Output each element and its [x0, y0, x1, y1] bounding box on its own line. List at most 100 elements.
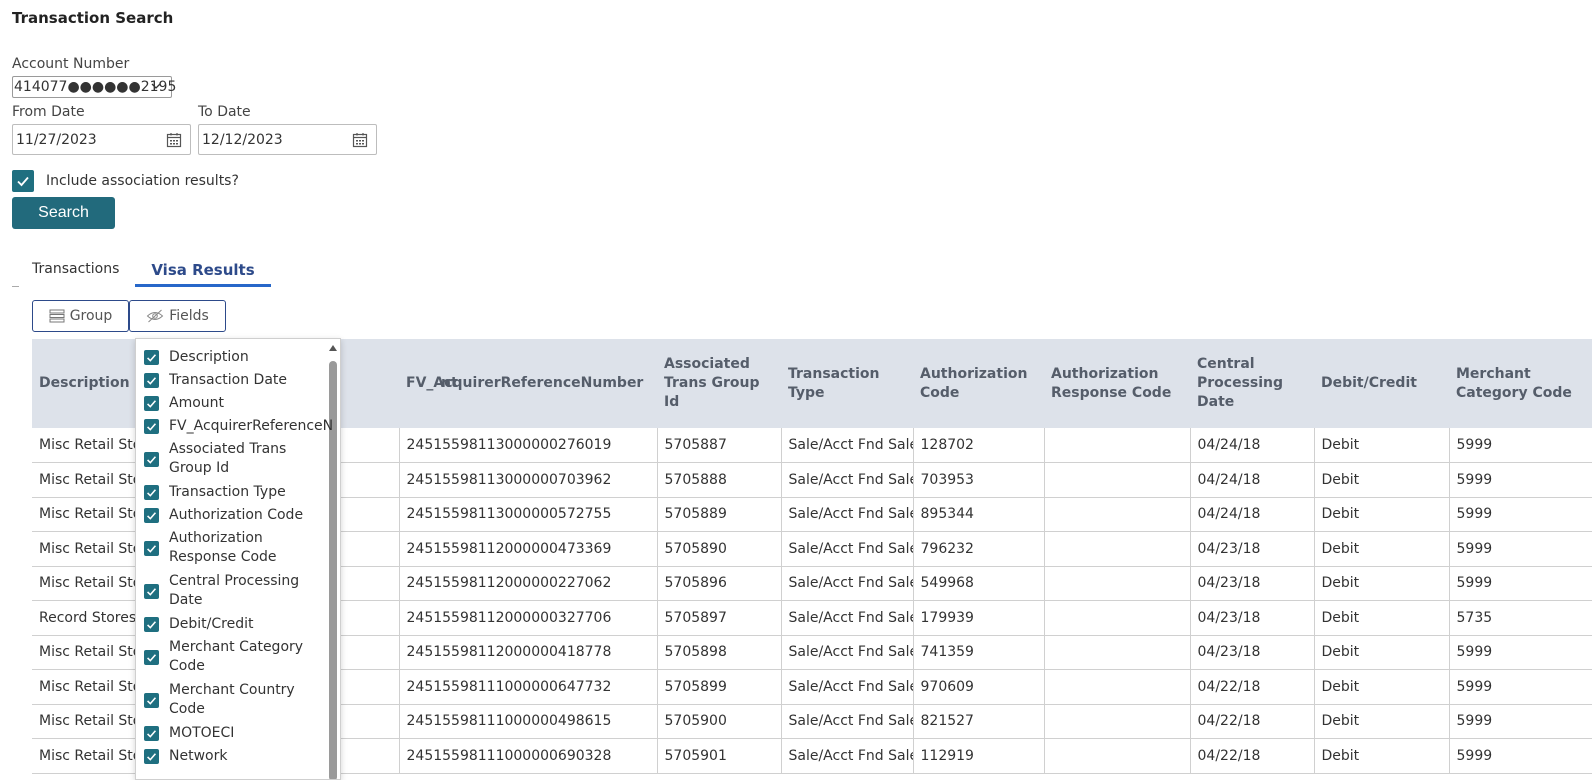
fields-menu-item[interactable]: FV_AcquirerReferenceNu: [144, 417, 334, 436]
calendar-icon[interactable]: [166, 132, 182, 148]
fields-menu-item[interactable]: Description: [144, 348, 249, 367]
checkmark-icon: [147, 753, 157, 761]
fields-menu-item[interactable]: MOTOECI: [144, 724, 234, 743]
table-cell: Misc Retail Stor: [32, 428, 135, 463]
fields-menu-item-label: FV_AcquirerReferenceNu: [169, 418, 334, 434]
column-header[interactable]: Description: [32, 339, 135, 428]
table-cell: 5999: [1448, 566, 1592, 601]
table-cell: [1043, 497, 1190, 532]
fields-menu-item[interactable]: Transaction Date: [144, 371, 287, 390]
table-cell: 04/24/18: [1189, 428, 1314, 463]
fields-menu-checkbox[interactable]: [144, 373, 159, 388]
table-cell: Sale/Acct Fnd Sale: [780, 497, 913, 532]
fields-menu-item[interactable]: Network: [144, 747, 227, 766]
fields-menu-item[interactable]: Central Processing Date: [144, 572, 299, 610]
table-cell: Debit: [1313, 462, 1449, 498]
column-header[interactable]: Associated Trans Group Id: [657, 339, 781, 428]
fields-menu-checkbox[interactable]: [144, 692, 159, 708]
table-cell: 5999: [1448, 531, 1592, 567]
fields-menu-item[interactable]: Transaction Type: [144, 483, 286, 502]
include-association-checkbox[interactable]: [12, 170, 34, 192]
table-cell: 821527: [912, 704, 1044, 739]
fields-menu-checkbox[interactable]: [144, 583, 159, 599]
fields-button[interactable]: Fields: [129, 300, 226, 332]
column-header[interactable]: FV_AcquirerReferenceNumber: [399, 339, 657, 428]
fields-menu-item[interactable]: Authorization Code: [144, 506, 303, 525]
table-cell: 5999: [1448, 462, 1592, 498]
fields-menu-checkbox[interactable]: [144, 419, 159, 434]
fields-menu-item[interactable]: Merchant Country Code: [144, 681, 295, 719]
table-cell: 24515598113000000572755: [398, 497, 657, 532]
column-header[interactable]: Debit/Credit: [1314, 339, 1449, 428]
fields-menu-item-label: Merchant Country Code: [169, 682, 295, 717]
table-cell: 04/23/18: [1189, 566, 1314, 601]
fields-menu-item[interactable]: Debit/Credit: [144, 615, 253, 634]
table-cell: Sale/Acct Fnd Sale: [780, 669, 913, 705]
fields-menu-checkbox[interactable]: [144, 485, 159, 500]
checkmark-icon: [17, 176, 29, 187]
fields-menu-checkbox[interactable]: [144, 726, 159, 741]
table-cell: Record Stores: [32, 600, 135, 636]
table-cell: Debit: [1313, 738, 1449, 774]
table-cell: Misc Retail Stor: [32, 497, 135, 532]
search-button[interactable]: Search: [12, 197, 115, 229]
fields-menu-checkbox[interactable]: [144, 540, 159, 556]
table-cell: [1043, 566, 1190, 601]
checkmark-icon: [147, 423, 157, 431]
column-header[interactable]: Transaction Type: [781, 339, 913, 428]
tab-visa-results[interactable]: Visa Results: [135, 258, 271, 287]
table-cell: Sale/Acct Fnd Sale: [780, 635, 913, 670]
fields-menu-checkbox[interactable]: [144, 508, 159, 523]
fields-menu-item[interactable]: Authorization Response Code: [144, 529, 277, 567]
to-date-input[interactable]: 12/12/2023: [198, 124, 377, 155]
table-cell: 5705887: [656, 428, 781, 463]
checkmark-icon: [147, 455, 157, 464]
table-cell: 24515598113000000276019: [398, 428, 657, 463]
table-cell: Misc Retail Stor: [32, 669, 135, 705]
table-cell: Debit: [1313, 428, 1449, 463]
fields-menu-item-label: Network: [169, 748, 228, 764]
column-header[interactable]: Central Processing Date: [1190, 339, 1314, 428]
group-button[interactable]: Group: [32, 300, 129, 332]
calendar-icon[interactable]: [352, 132, 368, 148]
fields-menu-item[interactable]: Amount: [144, 394, 224, 413]
checkmark-icon: [147, 512, 157, 520]
account-number-select[interactable]: 414077●●●●●●2195: [12, 76, 176, 98]
fields-menu-checkbox[interactable]: [144, 396, 159, 411]
checkmark-icon: [147, 730, 157, 738]
fields-menu-checkbox[interactable]: [144, 617, 159, 632]
column-header[interactable]: Authorization Response Code: [1044, 339, 1190, 428]
fields-menu-item[interactable]: Merchant Category Code: [144, 638, 303, 676]
table-cell: 04/22/18: [1189, 669, 1314, 705]
table-cell: Misc Retail Stor: [32, 566, 135, 601]
fields-menu-item-label: Merchant Category Code: [169, 639, 304, 674]
table-cell: Debit: [1313, 704, 1449, 739]
fields-menu-checkbox[interactable]: [144, 350, 159, 365]
table-cell: 24515598112000000473369: [398, 531, 657, 567]
table-cell: [1043, 531, 1190, 567]
table-cell: [1043, 600, 1190, 636]
fields-menu-checkbox[interactable]: [144, 649, 159, 665]
table-cell: 24515598111000000690328: [398, 738, 657, 774]
table-cell: 5705896: [656, 566, 781, 601]
column-header[interactable]: Authorization Code: [913, 339, 1044, 428]
table-cell: 24515598111000000498615: [398, 704, 657, 739]
table-cell: Sale/Acct Fnd Sale: [780, 428, 913, 463]
fields-menu-checkbox[interactable]: [144, 451, 159, 467]
column-header[interactable]: Merchant Category Code: [1449, 339, 1592, 428]
fields-menu-checkbox[interactable]: [144, 749, 159, 764]
table-cell: [1043, 738, 1190, 774]
table-cell: 24515598111000000647732: [398, 669, 657, 705]
table-cell: 5999: [1448, 704, 1592, 739]
table-cell: Debit: [1313, 566, 1449, 601]
from-date-input[interactable]: 11/27/2023: [12, 124, 191, 155]
table-cell: 970609: [912, 669, 1044, 705]
checkmark-icon: [147, 621, 157, 629]
table-cell: 5735: [1448, 600, 1592, 636]
fields-menu-item[interactable]: Associated Trans Group Id: [144, 440, 286, 478]
table-cell: 5705900: [656, 704, 781, 739]
table-cell: 796232: [912, 531, 1044, 567]
table-cell: Sale/Acct Fnd Sale: [780, 462, 913, 498]
fields-button-label: Fields: [169, 308, 209, 324]
tab-transactions[interactable]: Transactions: [32, 261, 119, 277]
